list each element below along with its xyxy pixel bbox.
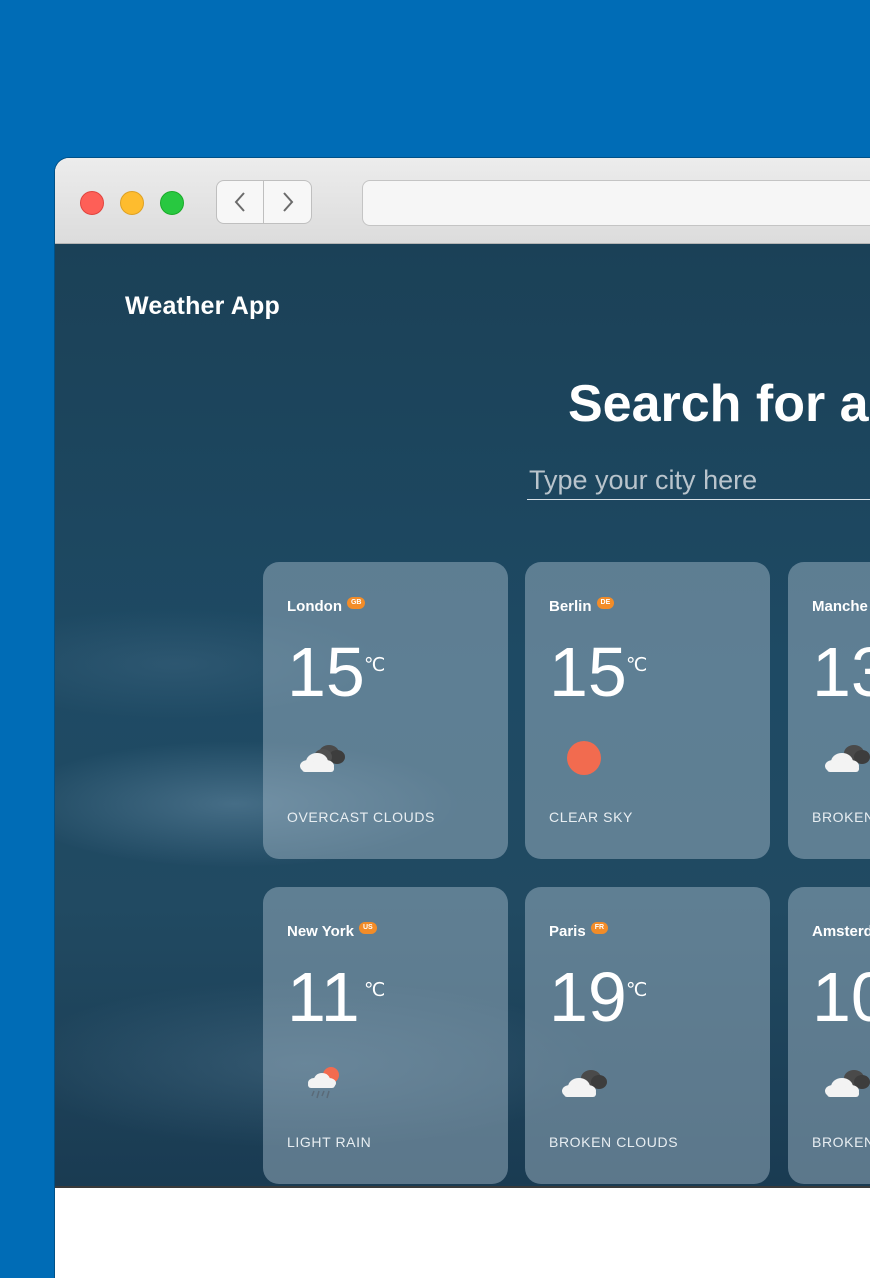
overcast-clouds-icon [300,745,345,772]
temperature-unit: ℃ [364,980,386,1001]
country-badge: FR [590,921,609,934]
temperature-unit: ℃ [626,980,648,1001]
app-title: Weather App [125,292,280,320]
city-name: Amsterd [812,923,870,940]
clear-sky-sun-icon [567,741,601,775]
weather-card-amsterdam[interactable]: Amsterd 10 BROKEN [788,887,870,1184]
temperature: 19 [549,958,627,1036]
weather-description: CLEAR SKY [549,809,633,825]
browser-toolbar [55,158,870,244]
country-badge: DE [596,596,615,609]
weather-card-berlin[interactable]: Berlin DE 15 ℃ CLEAR SKY [525,562,770,859]
city-label: Berlin [549,598,592,615]
weather-description: BROKEN CLOUDS [549,1134,679,1150]
city-label: Amsterd [812,923,870,940]
weather-description: OVERCAST CLOUDS [287,809,435,825]
country-badge: GB [346,596,366,609]
search-heading: Search for a [568,375,869,433]
address-bar[interactable] [362,180,870,226]
broken-clouds-icon [825,745,870,772]
city-label: London [287,598,342,615]
weather-card-paris[interactable]: Paris FR 19 ℃ BROKEN CLOUDS [525,887,770,1184]
weather-card-new-york[interactable]: New York US 11 ℃ LIGHT RAIN [263,887,508,1184]
temperature: 15 [549,633,627,711]
page-footer-area [55,1188,870,1278]
country-badge: US [358,921,377,934]
temperature: 13 [812,633,870,711]
city-name: New York US [287,921,377,940]
temperature: 11 [287,958,360,1036]
city-name: Paris FR [549,921,609,940]
weather-description: BROKEN [812,809,870,825]
broken-clouds-icon [562,1070,607,1097]
city-search-input[interactable] [527,466,870,500]
city-name: Manche [812,598,868,615]
temperature: 10 [812,958,870,1036]
browser-window: Weather App Search for a London GB 15 ℃ … [55,158,870,1278]
city-label: Manche [812,598,868,615]
close-window-button[interactable] [80,191,104,215]
temperature-unit: ℃ [364,655,386,676]
chevron-right-icon [282,192,293,212]
broken-clouds-icon [825,1070,870,1097]
city-name: London GB [287,596,366,615]
temperature: 15 [287,633,365,711]
light-rain-icon [308,1067,339,1099]
chevron-left-icon [234,192,245,212]
city-name: Berlin DE [549,596,615,615]
weather-card-london[interactable]: London GB 15 ℃ OVERCAST CLOUDS [263,562,508,859]
city-label: New York [287,923,354,940]
minimize-window-button[interactable] [120,191,144,215]
weather-description: LIGHT RAIN [287,1134,372,1150]
weather-description: BROKEN [812,1134,870,1150]
maximize-window-button[interactable] [160,191,184,215]
forward-button[interactable] [264,180,312,224]
city-label: Paris [549,923,586,940]
weather-app: Weather App Search for a London GB 15 ℃ … [55,244,870,1188]
back-button[interactable] [216,180,264,224]
temperature-unit: ℃ [626,655,648,676]
weather-card-manchester[interactable]: Manche 13 BROKEN [788,562,870,859]
